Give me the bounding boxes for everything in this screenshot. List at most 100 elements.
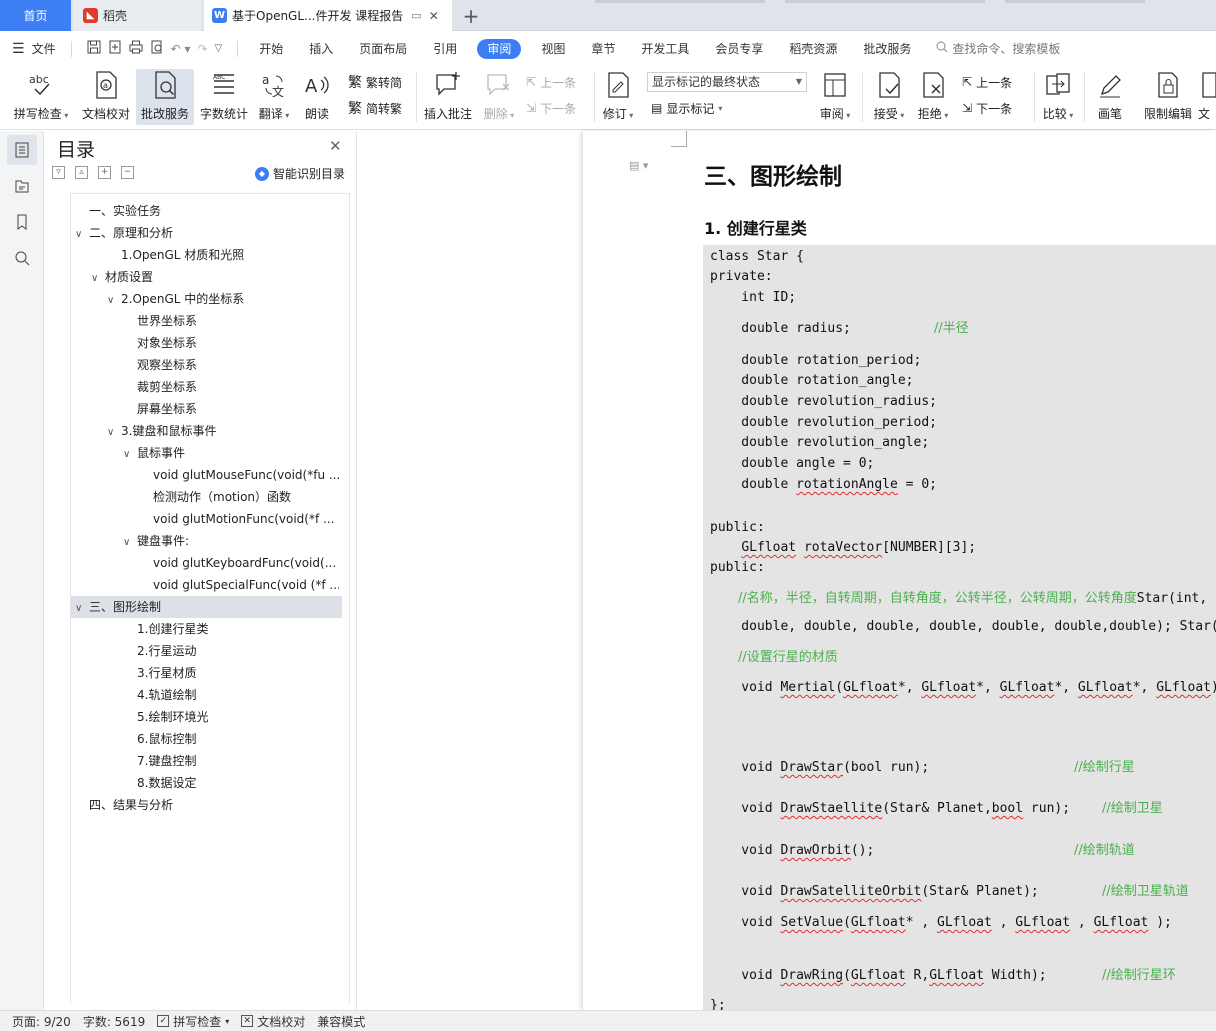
undo-icon[interactable]: ↶ ▾ xyxy=(171,42,191,56)
spell-check-button[interactable]: abc 拼写检查 ▾ xyxy=(8,69,74,125)
menu-tab-layout[interactable]: 页面布局 xyxy=(346,39,420,59)
chevron-down-icon[interactable]: ∨ xyxy=(123,532,137,552)
toc-item[interactable]: ∨ 材质设置 xyxy=(91,266,347,288)
pen-button[interactable]: 画笔 xyxy=(1090,69,1130,125)
collapse-all-icon[interactable]: ▿ xyxy=(52,166,65,179)
print-icon[interactable] xyxy=(129,40,143,57)
menu-tab-start[interactable]: 开始 xyxy=(246,39,296,59)
tab-document[interactable]: W 基于OpenGL...件开发 课程报告 ▭ ✕ xyxy=(204,0,452,31)
prev-comment-button[interactable]: ⇱ 上一条 xyxy=(526,72,576,92)
hamburger-icon[interactable]: ☰ xyxy=(12,41,25,57)
toc-item[interactable]: 四、结果与分析 xyxy=(75,794,347,816)
toc-item[interactable]: void glutMouseFunc(void(*fu ... xyxy=(139,464,339,486)
doc-proof-button[interactable]: a 文档校对 xyxy=(78,69,134,125)
tab-close-icon[interactable]: ✕ xyxy=(429,9,439,23)
expand-level-icon[interactable]: ▵ xyxy=(75,166,88,179)
toc-item[interactable]: 屏幕坐标系 xyxy=(123,398,347,420)
customize-quick-access-icon[interactable]: ▽ xyxy=(215,43,223,54)
accept-button[interactable]: 接受 ▾ xyxy=(870,69,908,125)
menu-tab-grading[interactable]: 批改服务 xyxy=(850,39,924,59)
menu-tab-daoke-resources[interactable]: 稻壳资源 xyxy=(776,39,850,59)
toc-item[interactable]: 世界坐标系 xyxy=(123,310,347,332)
chevron-down-icon[interactable]: ∨ xyxy=(75,224,89,244)
grading-service-button[interactable]: 批改服务 xyxy=(136,69,194,125)
chevron-down-icon[interactable]: ∨ xyxy=(123,444,137,464)
toc-item[interactable]: 2.行星运动 xyxy=(123,640,347,662)
next-change-button[interactable]: ⇲ 下一条 xyxy=(962,98,1012,118)
tab-pin-icon[interactable]: ▭ xyxy=(411,9,421,22)
toc-item[interactable]: 观察坐标系 xyxy=(123,354,347,376)
find-panel-button[interactable] xyxy=(7,243,37,273)
toc-item[interactable]: void glutSpecialFunc(void (*f ... xyxy=(139,574,339,596)
toc-item[interactable]: 5.绘制环境光 xyxy=(123,706,347,728)
chapter-panel-button[interactable] xyxy=(7,171,37,201)
chevron-down-icon[interactable]: ∨ xyxy=(107,422,121,442)
toc-item[interactable]: ∨ 二、原理和分析 xyxy=(75,222,347,244)
redo-icon[interactable]: ↷ xyxy=(197,42,207,56)
reject-button[interactable]: 拒绝 ▾ xyxy=(914,69,952,125)
menu-tab-developer[interactable]: 开发工具 xyxy=(628,39,702,59)
toc-item[interactable]: 1.OpenGL 材质和光照 xyxy=(107,244,347,266)
toc-item-selected[interactable]: ∨ 三、图形绘制 xyxy=(71,596,342,618)
read-aloud-button[interactable]: A 朗读 xyxy=(298,69,336,125)
toc-item[interactable]: 1.创建行星类 xyxy=(123,618,347,640)
chevron-down-icon[interactable]: ∨ xyxy=(75,598,89,618)
print-preview-icon[interactable] xyxy=(150,40,164,57)
proof-status[interactable]: ✕ 文档校对 xyxy=(241,1013,305,1030)
new-tab-button[interactable]: + xyxy=(456,0,486,31)
delete-comment-button[interactable]: 删除 ▾ xyxy=(480,69,518,125)
review-pane-button[interactable]: 审阅 ▾ xyxy=(816,69,854,125)
toc-item[interactable]: ∨ 鼠标事件 xyxy=(123,442,347,464)
page-indicator[interactable]: 页面: 9/20 xyxy=(12,1013,71,1030)
simp-to-trad-button[interactable]: 繁简转繁 xyxy=(348,98,402,118)
save-icon[interactable] xyxy=(87,40,101,57)
toc-item[interactable]: ∨ 3.键盘和鼠标事件 xyxy=(107,420,347,442)
toc-item[interactable]: 检测动作（motion）函数 xyxy=(139,486,339,508)
toc-item[interactable]: void glutMotionFunc(void(*f ... xyxy=(139,508,339,530)
toc-panel-button[interactable] xyxy=(7,135,37,165)
markup-state-select[interactable]: 显示标记的最终状态 ▼ xyxy=(647,72,807,92)
document-rights-button[interactable]: 文 xyxy=(1198,69,1216,125)
toc-item[interactable]: void glutKeyboardFunc(void(... xyxy=(139,552,339,574)
prev-change-button[interactable]: ⇱ 上一条 xyxy=(962,72,1012,92)
menu-tab-review[interactable]: 审阅 xyxy=(477,38,522,59)
toc-item[interactable]: 裁剪坐标系 xyxy=(123,376,347,398)
command-search[interactable]: 查找命令、搜索模板 xyxy=(936,40,1060,57)
toc-item[interactable]: ∨ 键盘事件: xyxy=(123,530,347,552)
toc-item[interactable]: 3.行星材质 xyxy=(123,662,347,684)
bookmark-panel-button[interactable] xyxy=(7,207,37,237)
document-page[interactable]: ▤ ▾ 三、图形绘制 1. 创建行星类 class Star { private… xyxy=(583,131,1216,1010)
menu-tab-section[interactable]: 章节 xyxy=(578,39,628,59)
menu-tab-insert[interactable]: 插入 xyxy=(296,39,346,59)
next-comment-button[interactable]: ⇲ 下一条 xyxy=(526,98,576,118)
export-icon[interactable] xyxy=(108,40,122,57)
close-icon[interactable]: ✕ xyxy=(329,137,342,155)
menu-tab-member[interactable]: 会员专享 xyxy=(702,39,776,59)
menu-tab-references[interactable]: 引用 xyxy=(420,39,470,59)
toc-item[interactable]: 8.数据设定 xyxy=(123,772,347,794)
toc-item[interactable]: 对象坐标系 xyxy=(123,332,347,354)
toc-item[interactable]: 一、实验任务 xyxy=(75,200,347,222)
menu-tab-view[interactable]: 视图 xyxy=(528,39,578,59)
file-menu[interactable]: 文件 xyxy=(32,40,56,57)
chevron-down-icon[interactable]: ∨ xyxy=(91,268,105,288)
tab-daoke[interactable]: ◣ 稻壳 xyxy=(73,0,201,31)
word-count-indicator[interactable]: 字数: 5619 xyxy=(83,1013,145,1030)
tab-home[interactable]: 首页 xyxy=(0,0,71,31)
insert-comment-button[interactable]: 插入批注 xyxy=(420,69,476,125)
restrict-editing-button[interactable]: 限制编辑 xyxy=(1138,69,1198,125)
toc-item[interactable]: 7.键盘控制 xyxy=(123,750,347,772)
word-count-button[interactable]: ABC 字数统计 xyxy=(196,69,252,125)
remove-heading-icon[interactable]: − xyxy=(121,166,134,179)
chevron-down-icon[interactable]: ∨ xyxy=(107,290,121,310)
compare-button[interactable]: 比较 ▾ xyxy=(1038,69,1078,125)
track-changes-button[interactable]: 修订 ▾ xyxy=(598,69,638,125)
spell-check-status[interactable]: ✓ 拼写检查 ▾ xyxy=(157,1013,229,1030)
show-markup-button[interactable]: ▤ 显示标记 ▾ xyxy=(651,98,722,118)
trad-to-simp-button[interactable]: 繁繁转简 xyxy=(348,72,402,92)
toc-item[interactable]: ∨ 2.OpenGL 中的坐标系 xyxy=(107,288,347,310)
add-heading-icon[interactable]: + xyxy=(98,166,111,179)
toc-item[interactable]: 6.鼠标控制 xyxy=(123,728,347,750)
smart-toc-button[interactable]: ◆ 智能识别目录 xyxy=(255,165,345,182)
toc-item[interactable]: 4.轨道绘制 xyxy=(123,684,347,706)
